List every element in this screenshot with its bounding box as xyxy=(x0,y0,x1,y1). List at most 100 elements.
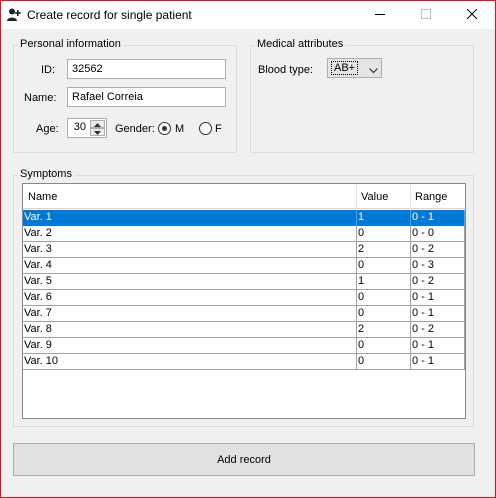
cell-divider xyxy=(410,306,411,322)
age-stepper[interactable]: 30 xyxy=(67,118,107,138)
cell-divider xyxy=(356,274,357,290)
cell-name: Var. 7 xyxy=(24,307,52,319)
gender-f-label[interactable]: F xyxy=(215,123,222,135)
cell-divider xyxy=(464,322,465,338)
column-divider[interactable] xyxy=(356,184,357,209)
cell-range: 0 - 2 xyxy=(412,243,435,255)
cell-divider xyxy=(464,354,465,370)
cell-divider xyxy=(410,338,411,354)
maximize-button[interactable] xyxy=(403,1,449,29)
cell-name: Var. 10 xyxy=(24,355,59,367)
column-divider[interactable] xyxy=(410,184,411,209)
cell-range: 0 - 1 xyxy=(412,355,435,367)
id-field[interactable]: 32562 xyxy=(67,59,226,79)
cell-value[interactable]: 0 xyxy=(358,227,364,239)
cell-value[interactable]: 0 xyxy=(358,339,364,351)
gender-f-radio[interactable] xyxy=(199,122,212,135)
table-row[interactable]: Var. 8 2 0 - 2 xyxy=(23,322,465,338)
blood-type-value: AB+ xyxy=(331,61,359,75)
table-row[interactable]: Var. 10 0 0 - 1 xyxy=(23,354,465,370)
minimize-icon xyxy=(375,9,385,22)
cell-value[interactable]: 0 xyxy=(358,259,364,271)
cell-value[interactable]: 0 xyxy=(358,291,364,303)
table-row[interactable]: Var. 4 0 0 - 3 xyxy=(23,258,465,274)
close-icon xyxy=(466,8,478,22)
cell-divider xyxy=(356,210,357,226)
cell-range: 0 - 1 xyxy=(412,307,435,319)
cell-divider xyxy=(464,242,465,258)
cell-divider xyxy=(410,354,411,370)
cell-range: 0 - 2 xyxy=(412,275,435,287)
gender-label: Gender: xyxy=(115,123,155,135)
cell-divider xyxy=(356,290,357,306)
cell-name: Var. 6 xyxy=(24,291,52,303)
chevron-down-icon xyxy=(369,65,378,77)
table-row[interactable]: Var. 2 0 0 - 0 xyxy=(23,226,465,242)
column-header-range[interactable]: Range xyxy=(415,191,447,203)
cell-name: Var. 5 xyxy=(24,275,52,287)
cell-range: 0 - 2 xyxy=(412,323,435,335)
table-row[interactable]: Var. 5 1 0 - 2 xyxy=(23,274,465,290)
gender-m-label[interactable]: M xyxy=(175,123,184,135)
cell-value[interactable]: 1 xyxy=(358,275,364,287)
cell-name: Var. 1 xyxy=(24,211,52,223)
table-row[interactable]: Var. 1 1 0 - 1 xyxy=(23,210,465,226)
title-bar[interactable]: Create record for single patient xyxy=(1,1,495,29)
cell-divider xyxy=(356,354,357,370)
cell-value[interactable]: 0 xyxy=(358,307,364,319)
add-record-button[interactable]: Add record xyxy=(13,443,475,476)
cell-name: Var. 3 xyxy=(24,243,52,255)
cell-range: 0 - 1 xyxy=(412,291,435,303)
cell-divider xyxy=(464,338,465,354)
cell-divider xyxy=(410,242,411,258)
age-decrement-button[interactable] xyxy=(90,128,105,136)
symptoms-legend: Symptoms xyxy=(18,168,74,180)
cell-divider xyxy=(410,290,411,306)
column-header-name[interactable]: Name xyxy=(28,191,57,203)
symptoms-table[interactable]: Name Value Range Var. 1 1 0 - 1 Var. 2 0 0 - … xyxy=(22,183,466,419)
age-value: 30 xyxy=(73,121,86,133)
blood-type-label: Blood type: xyxy=(258,64,314,76)
maximize-icon xyxy=(421,8,431,22)
cell-divider xyxy=(356,226,357,242)
cell-name: Var. 2 xyxy=(24,227,52,239)
cell-divider xyxy=(464,274,465,290)
table-row[interactable]: Var. 9 0 0 - 1 xyxy=(23,338,465,354)
cell-value[interactable]: 2 xyxy=(358,243,364,255)
table-row[interactable]: Var. 6 0 0 - 1 xyxy=(23,290,465,306)
table-row[interactable]: Var. 7 0 0 - 1 xyxy=(23,306,465,322)
cell-divider xyxy=(410,210,411,226)
cell-name: Var. 8 xyxy=(24,323,52,335)
dialog-window: Create record for single patient Persona… xyxy=(0,0,496,498)
cell-divider xyxy=(410,322,411,338)
age-label: Age: xyxy=(36,123,59,135)
age-stepper-buttons xyxy=(90,120,105,136)
close-button[interactable] xyxy=(449,1,495,29)
table-row[interactable]: Var. 3 2 0 - 2 xyxy=(23,242,465,258)
cell-value[interactable]: 1 xyxy=(358,211,364,223)
cell-value[interactable]: 2 xyxy=(358,323,364,335)
name-label: Name: xyxy=(24,92,57,104)
name-field[interactable]: Rafael Correia xyxy=(67,87,226,107)
window-title: Create record for single patient xyxy=(27,8,192,22)
cell-divider xyxy=(356,258,357,274)
blood-type-select[interactable]: AB+ xyxy=(327,58,382,78)
cell-divider xyxy=(464,226,465,242)
cell-range: 0 - 1 xyxy=(412,211,435,223)
minimize-button[interactable] xyxy=(357,1,403,29)
cell-divider xyxy=(356,242,357,258)
cell-divider xyxy=(356,322,357,338)
cell-divider xyxy=(410,226,411,242)
cell-name: Var. 9 xyxy=(24,339,52,351)
medical-attributes-legend: Medical attributes xyxy=(255,38,346,50)
id-label: ID: xyxy=(41,64,56,76)
cell-range: 0 - 0 xyxy=(412,227,435,239)
cell-name: Var. 4 xyxy=(24,259,52,271)
gender-m-radio[interactable] xyxy=(158,122,171,135)
cell-divider xyxy=(464,290,465,306)
personal-info-legend: Personal information xyxy=(18,38,123,50)
cell-value[interactable]: 0 xyxy=(358,355,364,367)
cell-divider xyxy=(356,338,357,354)
column-header-value[interactable]: Value xyxy=(361,191,388,203)
cell-divider xyxy=(410,274,411,290)
